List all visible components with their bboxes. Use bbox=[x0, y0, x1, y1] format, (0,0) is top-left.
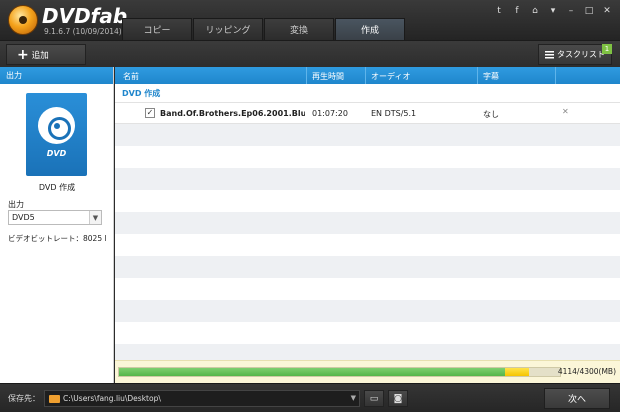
video-bitrate: ビデオビットレート：8025 l bbox=[8, 234, 107, 243]
dvd-logo-text: DVD bbox=[46, 149, 67, 158]
save-to-label: 保存先： bbox=[8, 394, 40, 403]
chevron-down-icon[interactable]: ▼ bbox=[351, 394, 356, 402]
task-count-badge: 1 bbox=[602, 44, 612, 54]
remove-icon[interactable]: ✕ bbox=[562, 107, 569, 116]
output-panel: 出力 DVD DVD 作成 出力 DVD5 ▼ ビデオビットレート：8025 l bbox=[0, 67, 114, 383]
size-used-fill bbox=[119, 368, 505, 376]
add-button-label: 追加 bbox=[31, 50, 49, 61]
size-readout: 4114/4300(MB) bbox=[557, 367, 616, 376]
facebook-icon[interactable]: f bbox=[510, 4, 524, 18]
empty-row bbox=[115, 234, 620, 256]
dvd-create-card[interactable]: DVD bbox=[26, 93, 87, 176]
title-bar: DVDfab 9.1.6.7 (10/09/2014) コピー リッピング 変換… bbox=[0, 0, 620, 40]
plus-icon: + bbox=[17, 46, 29, 63]
chevron-down-icon: ▼ bbox=[89, 211, 101, 224]
table-row[interactable]: ✓ Band.Of.Brothers.Ep06.2001.BluRay.72..… bbox=[115, 102, 620, 124]
output-panel-header: 出力 bbox=[0, 67, 113, 84]
header-name: 名前 bbox=[123, 72, 139, 81]
tab-create[interactable]: 作成 bbox=[335, 18, 405, 40]
mode-tabs: コピー リッピング 変換 作成 bbox=[122, 18, 406, 40]
task-list-button[interactable]: タスクリスト bbox=[538, 44, 612, 65]
column-divider bbox=[477, 67, 478, 84]
add-button[interactable]: + 追加 bbox=[6, 44, 86, 65]
size-progress bbox=[118, 367, 561, 377]
empty-row bbox=[115, 212, 620, 234]
output-select-value: DVD5 bbox=[12, 213, 35, 222]
next-button[interactable]: 次へ bbox=[544, 388, 610, 409]
empty-row bbox=[115, 344, 620, 360]
window-controls: t f ⌂ ▾ – □ ✕ bbox=[492, 4, 614, 18]
maximize-icon[interactable]: □ bbox=[582, 4, 596, 18]
disc-icon bbox=[38, 107, 75, 144]
browse-folder-button[interactable]: ▭ bbox=[364, 390, 384, 407]
output-select[interactable]: DVD5 ▼ bbox=[8, 210, 102, 225]
title-checkbox[interactable]: ✓ bbox=[145, 108, 155, 118]
column-divider bbox=[306, 67, 307, 84]
header-audio: オーディオ bbox=[371, 72, 411, 81]
header-subtitle: 字幕 bbox=[483, 72, 499, 81]
tab-convert[interactable]: 変換 bbox=[264, 18, 334, 40]
home-icon[interactable]: ⌂ bbox=[528, 4, 542, 18]
task-list-label: タスクリスト bbox=[557, 50, 605, 59]
title-duration: 01:07:20 bbox=[312, 109, 348, 118]
audio-track[interactable]: EN DTS/5.1 bbox=[371, 109, 416, 118]
close-icon[interactable]: ✕ bbox=[600, 4, 614, 18]
header-duration: 再生時間 bbox=[312, 72, 344, 81]
empty-row bbox=[115, 146, 620, 168]
output-label: 出力 bbox=[8, 200, 24, 209]
size-warning-fill bbox=[504, 368, 530, 376]
disc-folder-icon: ◙ bbox=[393, 393, 403, 404]
app-version: 9.1.6.7 (10/09/2014) bbox=[44, 27, 122, 36]
title-table: 名前 再生時間 オーディオ 字幕 DVD 作成 ✓ Band.Of.Brothe… bbox=[115, 67, 620, 360]
empty-row bbox=[115, 256, 620, 278]
folder-icon bbox=[49, 395, 60, 403]
table-header: 名前 再生時間 オーディオ 字幕 bbox=[115, 67, 620, 84]
bottom-bar: 保存先： C:\Users\fang.liu\Desktop\ ▼ ▭ ◙ 次へ bbox=[0, 383, 620, 412]
app-brand: DVDfab bbox=[42, 4, 128, 28]
subtitle-track[interactable]: なし bbox=[483, 109, 499, 120]
group-header-dvd-create: DVD 作成 bbox=[115, 84, 620, 102]
list-icon bbox=[545, 50, 554, 59]
output-path-value: C:\Users\fang.liu\Desktop\ bbox=[63, 394, 161, 403]
toolbar: + 追加 タスクリスト 1 bbox=[0, 40, 620, 67]
empty-row bbox=[115, 168, 620, 190]
dvdfab-logo-icon bbox=[8, 5, 38, 35]
empty-row bbox=[115, 190, 620, 212]
output-path-field[interactable]: C:\Users\fang.liu\Desktop\ ▼ bbox=[44, 390, 360, 407]
iso-folder-button[interactable]: ◙ bbox=[388, 390, 408, 407]
disc-label: DVD 作成 bbox=[38, 183, 76, 192]
empty-row bbox=[115, 322, 620, 344]
empty-row bbox=[115, 278, 620, 300]
minimize-icon[interactable]: – bbox=[564, 4, 578, 18]
menu-dropdown-icon[interactable]: ▾ bbox=[546, 4, 560, 18]
title-name: Band.Of.Brothers.Ep06.2001.BluRay.72... bbox=[160, 109, 305, 118]
empty-row bbox=[115, 300, 620, 322]
column-divider bbox=[365, 67, 366, 84]
column-divider bbox=[555, 67, 556, 84]
disc-size-bar: 4114/4300(MB) bbox=[115, 360, 620, 383]
twitter-icon[interactable]: t bbox=[492, 4, 506, 18]
tab-ripping[interactable]: リッピング bbox=[193, 18, 263, 40]
open-folder-icon: ▭ bbox=[369, 393, 379, 404]
tab-copy[interactable]: コピー bbox=[122, 18, 192, 40]
empty-row bbox=[115, 124, 620, 146]
